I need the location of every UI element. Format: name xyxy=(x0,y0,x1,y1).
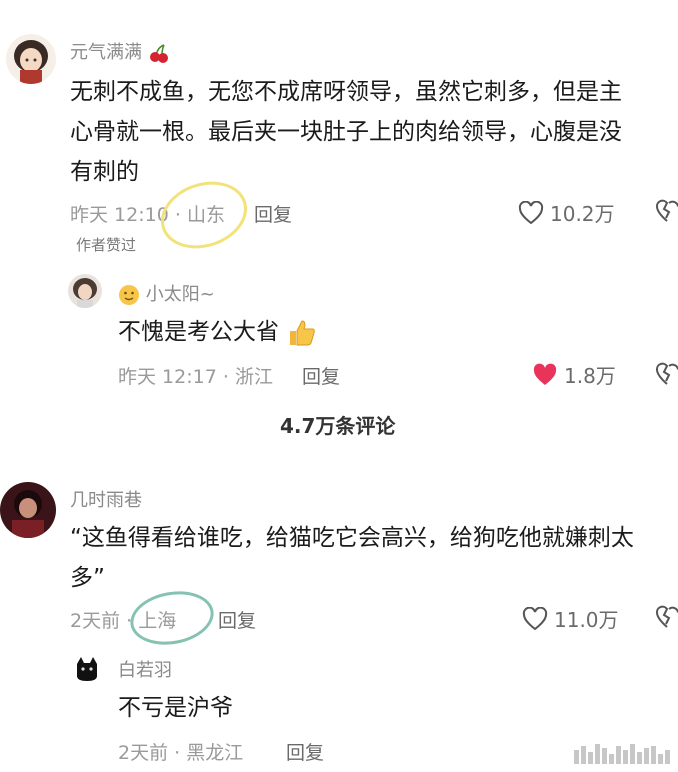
location: 黑龙江 xyxy=(186,742,244,764)
comment-line: 心骨就一根。最后夹一块肚子上的肉给领导，心腹是没 xyxy=(70,119,622,145)
username-text: 元气满满 xyxy=(70,42,142,63)
comment-text: 无刺不成鱼，无您不成席呀领导，虽然它刺多，但是主 心骨就一根。最后夹一块肚子上的… xyxy=(70,72,670,192)
reply-text-content: 不愧是考公大省 xyxy=(118,319,279,345)
heart-filled-icon xyxy=(533,363,557,385)
timestamp: 2天前 xyxy=(70,610,121,632)
like-count: 10.2万 xyxy=(550,202,615,226)
thumbs-up-emoji-icon xyxy=(290,319,316,345)
dislike-button[interactable] xyxy=(655,605,678,633)
broken-heart-icon xyxy=(656,605,678,628)
reply-meta: 2天前 · 黑龙江 xyxy=(118,738,243,765)
broken-heart-icon xyxy=(656,199,678,222)
reply-text: 不亏是沪爷 xyxy=(118,695,233,721)
reply-button[interactable]: 回复 xyxy=(286,738,324,765)
separator: · xyxy=(126,610,139,632)
comment-line: 有刺的 xyxy=(70,159,139,185)
comment-meta: 2天前 · 上海 xyxy=(70,606,176,633)
dislike-button[interactable] xyxy=(655,199,678,227)
like-count: 1.8万 xyxy=(564,364,616,388)
username[interactable]: 几时雨巷 xyxy=(70,486,142,512)
heart-icon xyxy=(518,200,544,224)
broken-heart-icon xyxy=(656,362,678,385)
comment-meta: 昨天 12:10 · 山东 xyxy=(70,200,225,227)
comment-line: 无刺不成鱼，无您不成席呀领导，虽然它刺多，但是主 xyxy=(70,79,622,105)
comment-text: “这鱼得看给谁吃，给猫吃它会高兴，给狗吃他就嫌刺太 多” xyxy=(70,518,678,598)
avatar[interactable] xyxy=(68,274,102,308)
avatar[interactable] xyxy=(6,34,56,84)
location: 山东 xyxy=(186,204,225,226)
timestamp: 昨天 12:10 xyxy=(70,204,169,226)
comment-line: “这鱼得看给谁吃，给猫吃它会高兴，给狗吃他就嫌刺太 xyxy=(70,525,634,551)
timestamp: 2天前 xyxy=(118,742,169,764)
like-count: 11.0万 xyxy=(554,608,619,632)
location: 上海 xyxy=(138,610,177,632)
watermark xyxy=(574,744,670,764)
separator: · xyxy=(174,204,187,226)
like-button[interactable]: 10.2万 xyxy=(518,198,615,227)
avatar[interactable] xyxy=(72,654,102,684)
reply-button[interactable]: 回复 xyxy=(254,200,292,227)
smiley-emoji-icon xyxy=(119,285,139,305)
cherry-icon xyxy=(149,44,168,63)
separator: · xyxy=(174,742,187,764)
username[interactable]: 白若羽 xyxy=(118,656,172,682)
avatar[interactable] xyxy=(0,482,56,538)
heart-icon xyxy=(522,606,548,630)
like-button[interactable]: 11.0万 xyxy=(522,604,619,633)
view-more-comments[interactable]: 4.7万条评论 xyxy=(280,410,395,439)
reply-button[interactable]: 回复 xyxy=(218,606,256,633)
username[interactable]: 小太阳~ xyxy=(118,280,215,306)
author-liked-badge: 作者赞过 xyxy=(76,236,137,254)
username-text: 小太阳~ xyxy=(145,284,215,305)
comment-line: 多” xyxy=(70,565,105,591)
reply-button[interactable]: 回复 xyxy=(302,362,340,389)
timestamp: 昨天 12:17 xyxy=(118,366,217,388)
separator: · xyxy=(222,366,235,388)
location: 浙江 xyxy=(234,366,273,388)
like-button[interactable]: 1.8万 xyxy=(532,360,616,389)
reply-meta: 昨天 12:17 · 浙江 xyxy=(118,362,273,389)
username[interactable]: 元气满满 xyxy=(70,38,170,64)
dislike-button[interactable] xyxy=(655,362,678,390)
reply-text: 不愧是考公大省 xyxy=(118,312,518,352)
